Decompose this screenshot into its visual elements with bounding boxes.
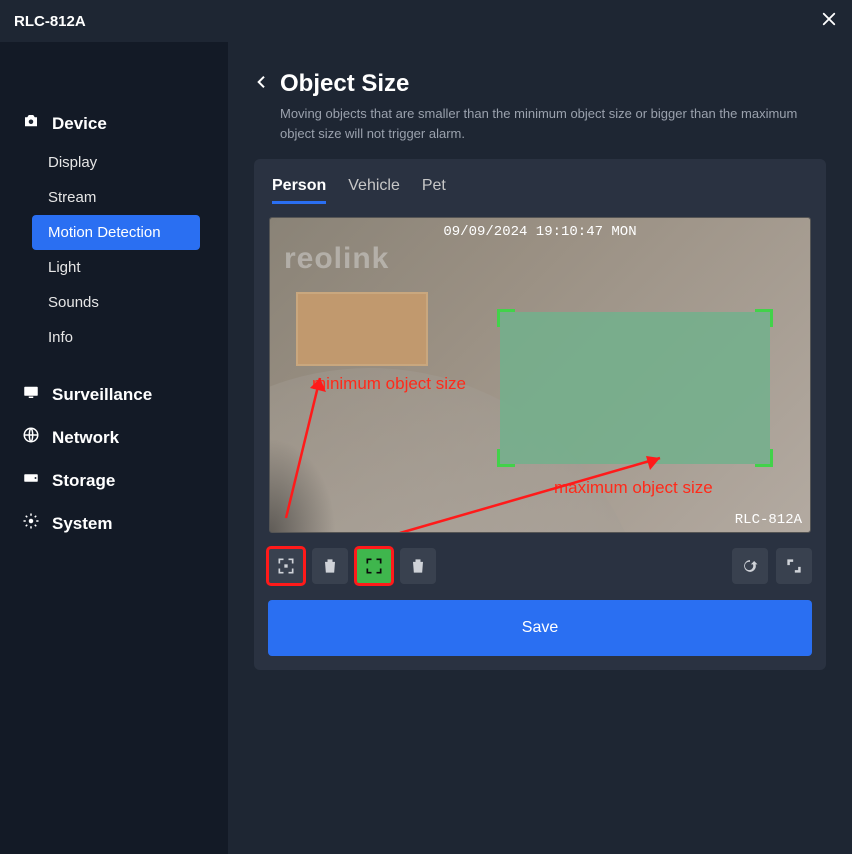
sidebar-item-info[interactable]: Info <box>0 320 216 355</box>
annotation-min: minimum object size <box>312 374 466 394</box>
sidebar-item-sounds[interactable]: Sounds <box>0 285 216 320</box>
window-title: RLC-812A <box>14 13 86 30</box>
preview-toolbar <box>268 548 812 584</box>
drive-icon <box>22 469 40 492</box>
annotation-max: maximum object size <box>554 478 713 498</box>
main-panel: Object Size Moving objects that are smal… <box>228 42 852 854</box>
sidebar-group-surveillance[interactable]: Surveillance <box>0 373 228 416</box>
gear-icon <box>22 512 40 535</box>
tab-vehicle[interactable]: Vehicle <box>348 177 400 204</box>
sidebar-group-system[interactable]: System <box>0 502 228 545</box>
sidebar-item-display[interactable]: Display <box>0 145 216 180</box>
tab-person[interactable]: Person <box>272 177 326 204</box>
sidebar-group-label: System <box>52 514 112 534</box>
preview-timestamp: 09/09/2024 19:10:47 MON <box>443 224 636 240</box>
max-object-box[interactable] <box>500 312 770 464</box>
tab-pet[interactable]: Pet <box>422 177 446 204</box>
settings-panel: Person Vehicle Pet reolink 09/09/2024 19… <box>254 159 826 670</box>
sidebar-group-device[interactable]: Device <box>0 102 228 145</box>
min-size-tool-button[interactable] <box>268 548 304 584</box>
back-icon[interactable] <box>254 74 270 95</box>
save-button[interactable]: Save <box>268 600 812 656</box>
page-description: Moving objects that are smaller than the… <box>280 104 820 143</box>
delete-max-button[interactable] <box>400 548 436 584</box>
globe-icon <box>22 426 40 449</box>
preview-model-tag: RLC-812A <box>735 512 802 528</box>
close-icon[interactable] <box>820 10 838 33</box>
object-tabs: Person Vehicle Pet <box>268 177 812 214</box>
refresh-button[interactable] <box>732 548 768 584</box>
sidebar-group-network[interactable]: Network <box>0 416 228 459</box>
page-title: Object Size <box>280 70 409 98</box>
sidebar: Device Display Stream Motion Detection L… <box>0 42 228 854</box>
watermark-text: reolink <box>284 242 389 276</box>
window-titlebar: RLC-812A <box>0 0 852 42</box>
delete-min-button[interactable] <box>312 548 348 584</box>
max-size-tool-button[interactable] <box>356 548 392 584</box>
camera-icon <box>22 112 40 135</box>
sidebar-group-label: Network <box>52 428 119 448</box>
camera-preview[interactable]: reolink 09/09/2024 19:10:47 MON RLC-812A… <box>270 218 810 532</box>
sidebar-item-stream[interactable]: Stream <box>0 180 216 215</box>
display-icon <box>22 383 40 406</box>
sidebar-group-label: Surveillance <box>52 385 152 405</box>
min-object-box[interactable] <box>296 292 428 366</box>
fullscreen-button[interactable] <box>776 548 812 584</box>
sidebar-item-light[interactable]: Light <box>0 250 216 285</box>
sidebar-group-label: Storage <box>52 471 115 491</box>
sidebar-item-motion[interactable]: Motion Detection <box>32 215 200 250</box>
sidebar-group-storage[interactable]: Storage <box>0 459 228 502</box>
sidebar-group-label: Device <box>52 114 107 134</box>
